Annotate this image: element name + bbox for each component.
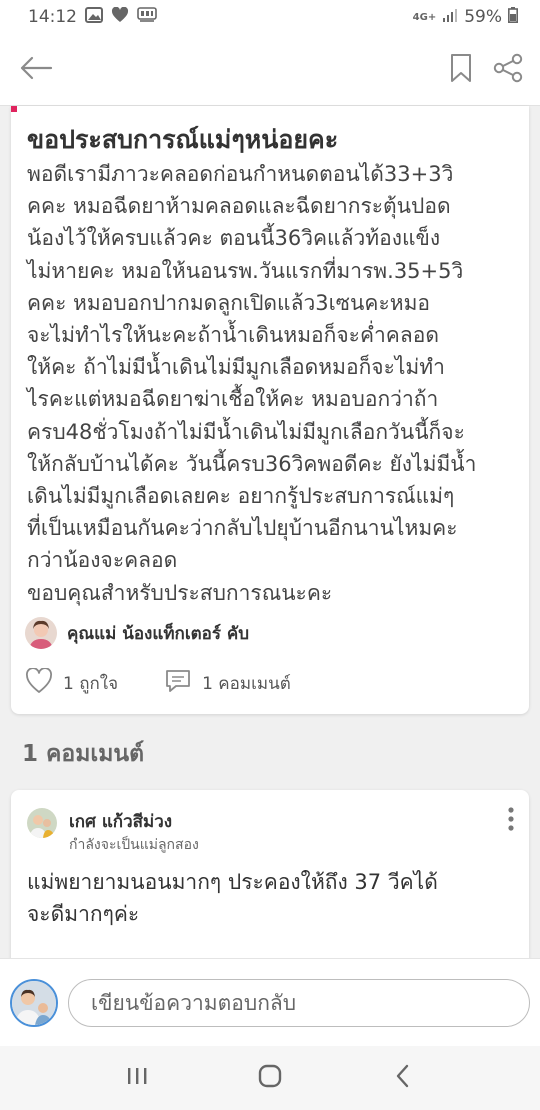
chevron-left-icon	[393, 1063, 413, 1093]
share-icon	[492, 53, 524, 87]
system-back-button[interactable]	[373, 1048, 433, 1108]
bookmark-button[interactable]	[444, 48, 478, 92]
author-row[interactable]: คุณแม่ น้องแท็กเตอร์ คับ	[25, 617, 249, 649]
home-icon	[257, 1063, 283, 1093]
post-title: ขอประสบการณ์แม่ๆหน่อยคะ	[27, 125, 339, 154]
author-avatar[interactable]	[25, 617, 57, 649]
status-bar: 14:12 4G+ 59%	[0, 0, 540, 34]
comment-text: แม่พยายามนอนมากๆ ประคองให้ถึง 37 วีคได้ …	[27, 866, 523, 930]
reply-input[interactable]	[68, 979, 530, 1027]
action-row: 1 ถูกใจ 1 คอมเมนต์	[25, 667, 291, 699]
app-notification-icon	[137, 6, 157, 28]
comment-card: เกศ แก้วสีม่วง กำลังจะเป็นแม่ลูกสอง แม่พ…	[11, 790, 529, 970]
commenter-subtitle: กำลังจะเป็นแม่ลูกสอง	[69, 837, 199, 853]
battery-icon	[508, 6, 518, 28]
more-vertical-icon	[505, 807, 517, 836]
post-body-line: กว่าน้องจะคลอด	[27, 548, 178, 573]
comment-button[interactable]: 1 คอมเมนต์	[164, 668, 291, 699]
heart-icon	[25, 667, 53, 699]
signal-icon	[442, 7, 458, 27]
battery-percent: 59%	[464, 7, 502, 27]
post-body-line: คคะ หมอฉีดยาห้ามคลอดและฉีดยากระตุ้นปอด	[27, 194, 451, 219]
back-button[interactable]	[14, 48, 58, 92]
post-body: พอดีเรามีภาวะคลอดก่อนกำหนดตอนได้33+3วิ ค…	[27, 158, 523, 609]
post-body-line: ครบ48ชั่วโมงถ้าไม่มีน้ำเดินไม่มีมูกเลือก…	[27, 419, 465, 444]
post-body-line: ไม่หายคะ หมอให้นอนรพ.วันแรกที่มารพ.35+5ว…	[27, 258, 464, 283]
commenter-avatar[interactable]	[27, 808, 57, 838]
home-button[interactable]	[240, 1048, 300, 1108]
more-options-button[interactable]	[505, 806, 517, 832]
post-body-line: เดินไม่มีมูกเลือดเลยคะ อยากรู้ประสบการณ์…	[27, 484, 455, 509]
post-body-line: ให้คะ ถ้าไม่มีน้ำเดินไม่มีมูกเลือดหมอก็จ…	[27, 355, 445, 380]
author-name[interactable]: คุณแม่ น้องแท็กเตอร์ คับ	[67, 620, 249, 647]
post-body-line: ให้กลับบ้านได้คะ วันนี้ครบ36วิคพอดีคะ ยั…	[27, 451, 477, 476]
comments-heading: 1 คอมเมนต์	[22, 741, 145, 767]
status-left: 14:12	[28, 6, 157, 28]
post-body-line: ขอบคุณสำหรับประสบการณนะคะ	[27, 580, 333, 605]
heart-notification-icon	[111, 6, 129, 28]
comment-text-line: แม่พยายามนอนมากๆ ประคองให้ถึง 37 วีคได้	[27, 870, 438, 894]
app-bar	[0, 34, 540, 106]
like-count: 1 ถูกใจ	[63, 674, 119, 694]
post-body-line: คคะ หมอบอกปากมดลูกเปิดแล้ว3เซนคะหมอ	[27, 290, 431, 315]
comment-bubble-icon	[164, 668, 192, 699]
system-nav-bar	[0, 1046, 540, 1110]
post-card: ขอประสบการณ์แม่ๆหน่อยคะ พอดีเรามีภาวะคลอ…	[11, 106, 529, 714]
post-body-line: น้องไว้ให้ครบแล้วคะ ตอนนี้36วิคแล้วท้องแ…	[27, 226, 441, 251]
bookmark-icon	[450, 53, 472, 87]
post-body-line: จะไม่ทำไรให้นะคะถ้าน้ำเดินหมอก็จะค่ำคลอด	[27, 323, 439, 348]
arrow-left-icon	[19, 56, 53, 84]
user-avatar	[10, 979, 58, 1027]
accent-mark	[11, 106, 17, 112]
recent-apps-button[interactable]	[107, 1048, 167, 1108]
network-type: 4G+	[412, 11, 437, 23]
post-body-line: ที่เป็นเหมือนกันคะว่ากลับไปยุบ้านอีกนานไ…	[27, 516, 458, 541]
recent-apps-icon	[125, 1065, 149, 1091]
comment-text-line: จะดีมากๆค่ะ	[27, 902, 140, 926]
gallery-notification-icon	[85, 6, 103, 28]
comment-count: 1 คอมเมนต์	[202, 674, 291, 694]
like-button[interactable]: 1 ถูกใจ	[25, 667, 119, 699]
share-button[interactable]	[488, 48, 528, 92]
post-body-line: พอดีเรามีภาวะคลอดก่อนกำหนดตอนได้33+3วิ	[27, 162, 454, 186]
status-time: 14:12	[28, 7, 77, 27]
post-body-line: ไรคะแต่หมอฉีดยาฆ่าเชื้อให้คะ หมอบอกว่าถ้…	[27, 387, 439, 412]
status-right: 4G+ 59%	[412, 6, 518, 28]
commenter-name[interactable]: เกศ แก้วสีม่วง	[69, 808, 172, 835]
reply-bar	[0, 958, 540, 1046]
